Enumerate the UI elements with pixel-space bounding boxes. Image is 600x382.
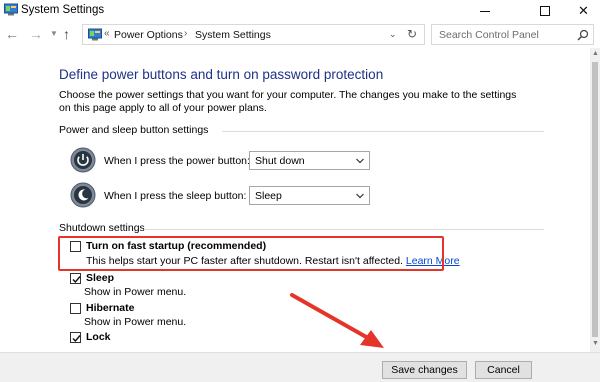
checkmark-icon bbox=[72, 276, 81, 284]
back-arrow-icon[interactable]: ← bbox=[5, 26, 19, 42]
scroll-down-icon[interactable]: ▼ bbox=[592, 340, 599, 347]
sleep-checkbox[interactable] bbox=[70, 273, 81, 284]
minimize-button[interactable] bbox=[462, 0, 508, 22]
sleep-button-label: When I press the sleep button: bbox=[104, 190, 247, 202]
power-group-label: Power and sleep button settings bbox=[59, 124, 209, 136]
hibernate-option-description: Show in Power menu. bbox=[84, 316, 187, 328]
navigation-bar: ← → ▼ ↑ « Power Options › System Setting… bbox=[0, 22, 600, 48]
recent-locations-chevron-icon[interactable]: ▼ bbox=[50, 29, 58, 38]
scroll-thumb[interactable] bbox=[592, 62, 598, 337]
sleep-button-icon bbox=[70, 182, 96, 208]
group-divider bbox=[144, 229, 544, 230]
refresh-icon[interactable]: ↻ bbox=[407, 27, 417, 41]
control-panel-icon bbox=[4, 3, 18, 16]
control-panel-icon bbox=[88, 28, 102, 41]
close-icon: ✕ bbox=[578, 3, 589, 18]
shutdown-group-label: Shutdown settings bbox=[59, 222, 145, 234]
breadcrumb-separator[interactable]: › bbox=[184, 28, 187, 39]
page-title: Define power buttons and turn on passwor… bbox=[59, 67, 384, 82]
up-arrow-icon[interactable]: ↑ bbox=[63, 26, 70, 42]
search-input[interactable]: Search Control Panel bbox=[431, 24, 594, 45]
search-icon[interactable] bbox=[577, 29, 589, 41]
hibernate-option-title: Hibernate bbox=[86, 302, 135, 314]
window-title: System Settings bbox=[21, 4, 105, 16]
cancel-button[interactable]: Cancel bbox=[475, 361, 532, 379]
address-dropdown-icon[interactable]: ⌄ bbox=[389, 29, 397, 40]
chevron-down-icon bbox=[356, 158, 364, 164]
hibernate-checkbox[interactable] bbox=[70, 303, 81, 314]
lock-checkbox[interactable] bbox=[70, 332, 81, 343]
footer-bar: Save changes Cancel bbox=[0, 352, 600, 382]
search-placeholder: Search Control Panel bbox=[439, 29, 539, 41]
maximize-icon bbox=[540, 6, 550, 16]
group-divider bbox=[222, 131, 544, 132]
lock-option-title: Lock bbox=[86, 331, 111, 343]
power-button-dropdown[interactable]: Shut down bbox=[249, 151, 370, 170]
scroll-up-icon[interactable]: ▲ bbox=[592, 50, 599, 57]
breadcrumb-system-settings[interactable]: System Settings bbox=[195, 29, 271, 41]
sleep-option-title: Sleep bbox=[86, 272, 115, 284]
power-button-icon bbox=[70, 147, 96, 173]
vertical-scrollbar[interactable]: ▲ ▼ bbox=[590, 48, 600, 352]
power-button-value: Shut down bbox=[255, 155, 305, 167]
maximize-button[interactable] bbox=[522, 0, 568, 22]
sleep-option-description: Show in Power menu. bbox=[84, 286, 187, 298]
sleep-button-dropdown[interactable]: Sleep bbox=[249, 186, 370, 205]
save-changes-button[interactable]: Save changes bbox=[382, 361, 467, 379]
annotation-highlight-box bbox=[58, 236, 444, 271]
annotation-arrow-icon bbox=[290, 293, 384, 348]
forward-arrow-icon[interactable]: → bbox=[29, 26, 43, 42]
minimize-icon bbox=[480, 10, 490, 12]
page-description: Choose the power settings that you want … bbox=[59, 89, 517, 114]
title-bar: System Settings ✕ bbox=[0, 0, 600, 22]
sleep-button-value: Sleep bbox=[255, 190, 282, 202]
breadcrumb-overflow-icon[interactable]: « bbox=[104, 28, 110, 39]
breadcrumb-power-options[interactable]: Power Options bbox=[114, 29, 183, 41]
address-bar[interactable]: « Power Options › System Settings ⌄ ↻ bbox=[82, 24, 425, 45]
close-button[interactable]: ✕ bbox=[567, 0, 600, 22]
checkmark-icon bbox=[72, 335, 81, 343]
power-button-label: When I press the power button: bbox=[104, 155, 250, 167]
chevron-down-icon bbox=[356, 193, 364, 199]
